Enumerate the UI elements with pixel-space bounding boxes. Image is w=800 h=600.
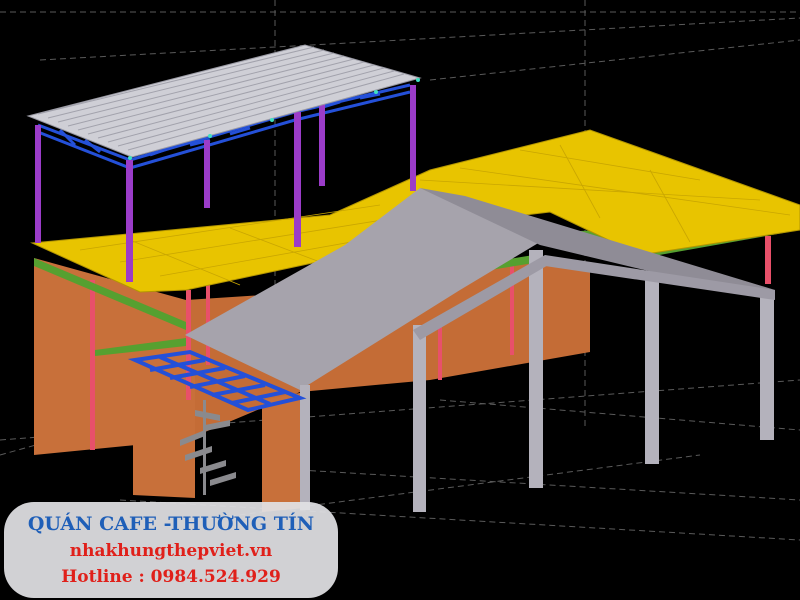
caption-title: QUÁN CAFE -THƯỜNG TÍN	[27, 513, 315, 535]
stair-wall	[262, 392, 305, 512]
caption-hotline: Hotline : 0984.524.929	[61, 567, 281, 587]
caption-website: nhakhungthepviet.vn	[69, 541, 273, 561]
model-viewport: QUÁN CAFE -THƯỜNG TÍN nhakhungthepviet.v…	[0, 0, 800, 600]
caption-panel: QUÁN CAFE -THƯỜNG TÍN nhakhungthepviet.v…	[4, 502, 338, 598]
